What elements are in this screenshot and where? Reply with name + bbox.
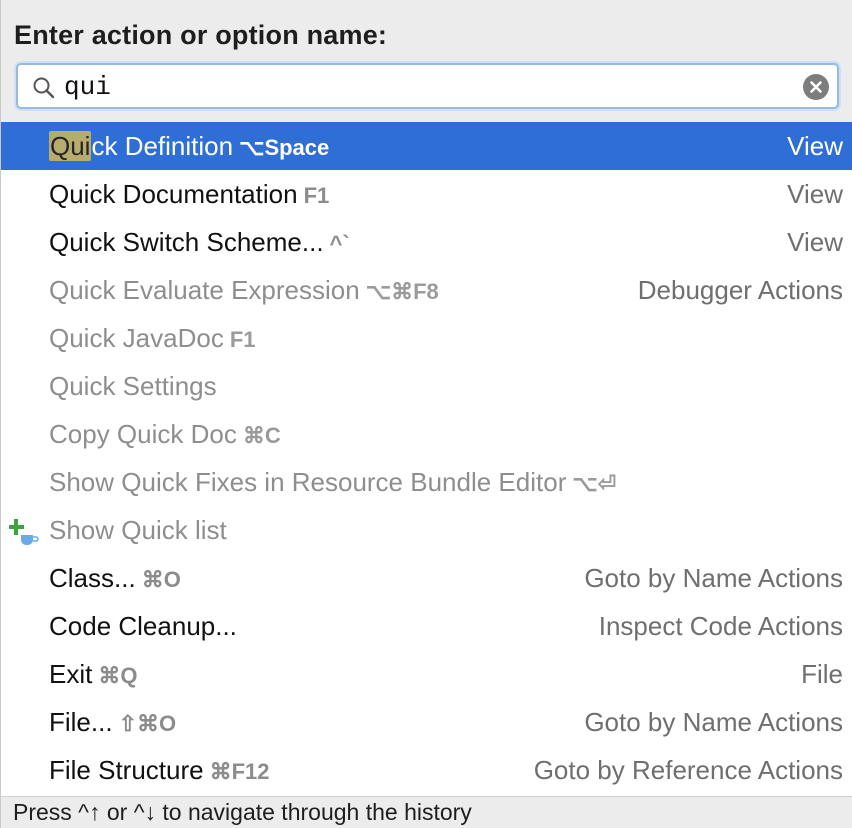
group-label: View bbox=[787, 227, 843, 257]
shortcut-label: ⌥⌘F8 bbox=[365, 279, 439, 304]
group-label: File bbox=[801, 659, 843, 689]
shortcut-label: ⌘F12 bbox=[209, 759, 270, 784]
result-name: File... ⇧⌘O bbox=[49, 707, 176, 738]
result-name: Exit ⌘Q bbox=[49, 659, 137, 690]
result-row[interactable]: Quick Evaluate Expression ⌥⌘F8 Debugger Ac… bbox=[1, 266, 852, 314]
result-row[interactable]: Code Cleanup... Inspect Code Actions bbox=[1, 602, 852, 650]
shortcut-label: ⌘C bbox=[242, 423, 281, 448]
result-label: Quick Switch Scheme... bbox=[49, 227, 324, 257]
result-name: Class... ⌘O bbox=[49, 563, 181, 594]
result-row[interactable]: File... ⇧⌘O Goto by Name Actions bbox=[1, 698, 852, 746]
result-label: Quick Settings bbox=[49, 371, 217, 401]
shortcut-label: ⌘O bbox=[141, 567, 181, 592]
result-row[interactable]: Show Quick list bbox=[1, 506, 852, 554]
result-row[interactable]: Copy Quick Doc ⌘C bbox=[1, 410, 852, 458]
result-label: Quick Evaluate Expression bbox=[49, 275, 360, 305]
result-name: File Structure ⌘F12 bbox=[49, 755, 270, 786]
shortcut-label: ⌘Q bbox=[98, 663, 138, 688]
group-label: View bbox=[787, 131, 843, 161]
group-label: View bbox=[787, 179, 843, 209]
popup-title: Enter action or option name: bbox=[14, 20, 388, 50]
result-row[interactable]: Quick Settings bbox=[1, 362, 852, 410]
result-label: Show Quick list bbox=[49, 515, 227, 545]
result-label: File... bbox=[49, 707, 113, 737]
result-label: Class... bbox=[49, 563, 136, 593]
result-name: Copy Quick Doc ⌘C bbox=[49, 419, 281, 450]
result-name: Quick Definition ⌥Space bbox=[49, 131, 329, 162]
result-label: Copy Quick Doc bbox=[49, 419, 237, 449]
shortcut-label: ⌥⏎ bbox=[572, 471, 617, 496]
status-footer: Press ^↑ or ^↓ to navigate through the h… bbox=[1, 796, 852, 828]
clear-icon[interactable] bbox=[803, 74, 829, 100]
group-label: Goto by Name Actions bbox=[584, 563, 843, 593]
result-row[interactable]: Show Quick Fixes in Resource Bundle Edit… bbox=[1, 458, 852, 506]
result-label: Quick Documentation bbox=[49, 179, 298, 209]
match-highlight: Qui bbox=[49, 131, 92, 161]
result-row[interactable]: Quick JavaDoc F1 bbox=[1, 314, 852, 362]
result-row[interactable]: Exit ⌘Q File bbox=[1, 650, 852, 698]
group-label: Goto by Name Actions bbox=[584, 707, 843, 737]
result-name: Quick JavaDoc F1 bbox=[49, 323, 256, 354]
search-box[interactable] bbox=[16, 63, 839, 109]
result-row[interactable]: Quick Documentation F1 View bbox=[1, 170, 852, 218]
result-name: Quick Evaluate Expression ⌥⌘F8 bbox=[49, 275, 439, 306]
footer-hint: Press ^↑ or ^↓ to navigate through the h… bbox=[13, 799, 472, 825]
group-label: Inspect Code Actions bbox=[598, 611, 843, 641]
shortcut-label: F1 bbox=[303, 183, 330, 208]
result-name: Quick Documentation F1 bbox=[49, 179, 329, 210]
search-input[interactable] bbox=[64, 71, 784, 103]
result-name: Code Cleanup... bbox=[49, 611, 237, 642]
shortcut-label: ^` bbox=[329, 231, 350, 256]
result-name: Show Quick Fixes in Resource Bundle Edit… bbox=[49, 467, 616, 498]
shortcut-label: F1 bbox=[229, 327, 256, 352]
result-name: Quick Switch Scheme... ^` bbox=[49, 227, 350, 258]
add-coffee-icon bbox=[8, 518, 39, 546]
result-label: Show Quick Fixes in Resource Bundle Edit… bbox=[49, 467, 567, 497]
result-row[interactable]: Class... ⌘O Goto by Name Actions bbox=[1, 554, 852, 602]
results-list: Quick Definition ⌥Space View Quick Document… bbox=[1, 122, 852, 794]
result-name: Quick Settings bbox=[49, 371, 217, 402]
result-row[interactable]: File Structure ⌘F12 Goto by Reference Acti… bbox=[1, 746, 852, 794]
popup-header: Enter action or option name: bbox=[1, 0, 852, 122]
result-row[interactable]: Quick Switch Scheme... ^` View bbox=[1, 218, 852, 266]
shortcut-label: ⇧⌘O bbox=[118, 711, 177, 736]
result-label: File Structure bbox=[49, 755, 204, 785]
result-label: ck Definition bbox=[91, 131, 234, 161]
find-action-popup: Enter action or option name: Quick Defin… bbox=[0, 0, 852, 828]
group-label: Debugger Actions bbox=[637, 275, 843, 305]
result-row[interactable]: Quick Definition ⌥Space View bbox=[1, 122, 852, 170]
search-icon bbox=[32, 76, 56, 100]
result-label: Quick JavaDoc bbox=[49, 323, 224, 353]
result-label: Exit bbox=[49, 659, 93, 689]
shortcut-label: ⌥Space bbox=[239, 135, 330, 160]
group-label: Goto by Reference Actions bbox=[533, 755, 843, 785]
result-name: Show Quick list bbox=[49, 515, 227, 546]
result-label: Code Cleanup... bbox=[49, 611, 237, 641]
